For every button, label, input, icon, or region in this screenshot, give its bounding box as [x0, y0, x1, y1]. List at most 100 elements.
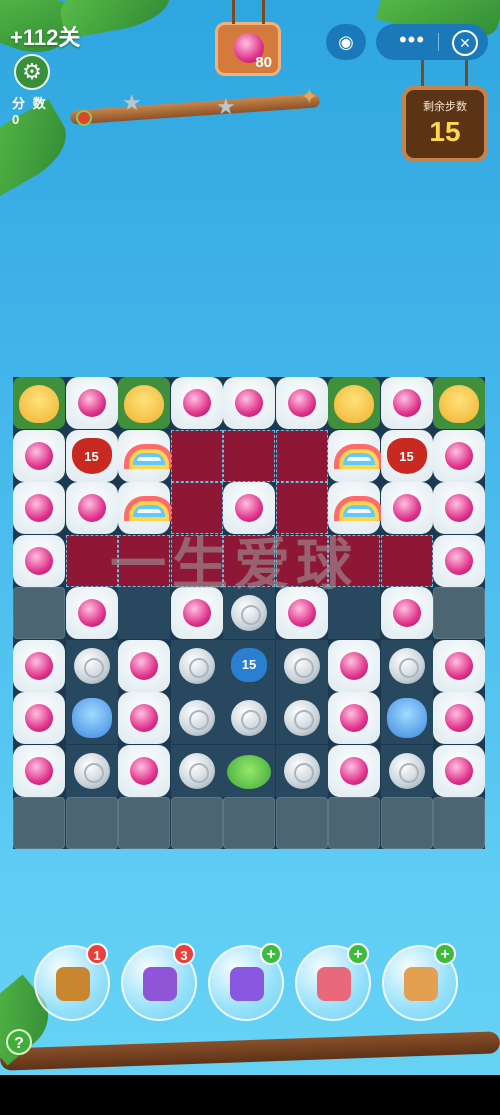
- board-cell-cloud[interactable]: [118, 692, 170, 744]
- booster-rocket[interactable]: +: [295, 943, 371, 1021]
- progress-branch: [69, 93, 321, 125]
- rocket-icon: [317, 967, 351, 1001]
- booster-shuffle-board[interactable]: 1: [34, 943, 110, 1021]
- board-cell-cloud[interactable]: [65, 377, 118, 429]
- board-cell-cloud[interactable]: [380, 482, 433, 534]
- board-cell-empty[interactable]: [170, 639, 223, 692]
- board-cell-stone[interactable]: [118, 797, 170, 849]
- pink-orb-icon: [25, 546, 53, 575]
- board-cell-jelly[interactable]: [223, 429, 275, 482]
- board-cell-cloud[interactable]: [328, 639, 380, 692]
- board-cell-cloud[interactable]: [433, 639, 485, 692]
- board-cell-cloud[interactable]: [433, 744, 485, 797]
- board-cell-stone[interactable]: [380, 797, 433, 849]
- board-cell-cloud[interactable]: [433, 534, 485, 587]
- board-cell-empty[interactable]: [65, 744, 118, 797]
- board-cell-empty[interactable]: [223, 744, 275, 797]
- help-button[interactable]: ?: [6, 1029, 32, 1055]
- board-cell-cloud[interactable]: [328, 692, 380, 744]
- gamepad-icon[interactable]: ◉: [326, 24, 366, 60]
- booster-hammer[interactable]: +: [382, 943, 458, 1021]
- board-cell-jelly[interactable]: [170, 429, 223, 482]
- chick-icon: [334, 385, 374, 423]
- board-cell-empty[interactable]: [170, 692, 223, 744]
- board-cell-empty[interactable]: [65, 692, 118, 744]
- board-cell-empty[interactable]: [223, 692, 275, 744]
- board-cell-cloud[interactable]: [13, 639, 65, 692]
- pink-orb-icon: [235, 494, 263, 522]
- moves-panel: 剩余步数 15: [402, 86, 488, 162]
- board-cell-empty[interactable]: [380, 639, 433, 692]
- level-indicator: +112关: [10, 25, 81, 50]
- board-cell-stone[interactable]: [170, 797, 223, 849]
- board-cell-cloud[interactable]: [13, 534, 65, 587]
- pink-orb-icon: [77, 599, 106, 627]
- board-cell-cloud[interactable]: [13, 692, 65, 744]
- blue-creature-icon: [71, 698, 112, 738]
- pink-orb-icon: [287, 599, 316, 627]
- game-board: 15 15 15: [13, 377, 485, 849]
- chick-icon: [439, 385, 479, 423]
- board-cell-cloud[interactable]: [380, 587, 433, 639]
- pink-orb-icon: [287, 389, 316, 417]
- star-icon: ★: [216, 94, 236, 119]
- board-cell-grass[interactable]: [13, 377, 65, 429]
- board-cell-cloud[interactable]: [380, 377, 433, 429]
- board-cell-cloud[interactable]: [118, 639, 170, 692]
- board-cell-cloud[interactable]: 15: [65, 429, 118, 482]
- board-cell-empty[interactable]: [380, 692, 433, 744]
- pink-orb-icon: [392, 494, 421, 522]
- board-cell-jelly[interactable]: [380, 534, 433, 587]
- board-cell-cloud[interactable]: [433, 692, 485, 744]
- board-cell-stone[interactable]: [223, 797, 275, 849]
- board-cell-stone[interactable]: [433, 797, 485, 849]
- close-button[interactable]: ✕: [452, 30, 478, 56]
- board-cell-cloud[interactable]: [170, 377, 223, 429]
- board-cell-cloud[interactable]: [13, 429, 65, 482]
- board-cell-cloud[interactable]: [433, 429, 485, 482]
- mini-program-menu: ••• ✕: [376, 24, 488, 60]
- board-cell-cloud[interactable]: [433, 482, 485, 534]
- shuffle-board-icon: [56, 967, 90, 1001]
- board-cell-grass[interactable]: [433, 377, 485, 429]
- board-cell-stone[interactable]: [13, 587, 65, 639]
- moves-label: 剩余步数: [423, 101, 467, 113]
- silver-coin-icon: [283, 647, 320, 684]
- board-cell-cloud[interactable]: 15: [380, 429, 433, 482]
- board-cell-empty[interactable]: 15: [223, 639, 275, 692]
- silver-coin-icon: [388, 647, 425, 684]
- silver-coin-icon: [231, 700, 267, 736]
- board-cell-cloud[interactable]: [328, 744, 380, 797]
- silver-coin-icon: [178, 752, 215, 789]
- more-button[interactable]: •••: [388, 24, 436, 60]
- rope: [232, 0, 235, 24]
- board-cell-empty[interactable]: [65, 639, 118, 692]
- board-cell-grass[interactable]: [328, 377, 380, 429]
- board-cell-jelly[interactable]: [275, 429, 328, 482]
- pink-orb-icon: [130, 651, 158, 680]
- board-cell-cloud[interactable]: [118, 744, 170, 797]
- board-cell-cloud[interactable]: [118, 429, 174, 482]
- gear-icon[interactable]: ⚙: [14, 54, 50, 90]
- board-cell-empty[interactable]: [275, 692, 328, 744]
- board-cell-cloud[interactable]: [223, 377, 275, 429]
- booster-swap-creatures[interactable]: 3: [121, 943, 197, 1021]
- booster-rocket-fish[interactable]: +: [208, 943, 284, 1021]
- board-cell-stone[interactable]: [275, 797, 328, 849]
- board-cell-stone[interactable]: [65, 797, 118, 849]
- board-cell-empty[interactable]: [275, 639, 328, 692]
- board-cell-grass[interactable]: [118, 377, 170, 429]
- board-cell-cloud[interactable]: [13, 482, 65, 534]
- board-cell-empty[interactable]: [275, 744, 328, 797]
- board-cell-stone[interactable]: [13, 797, 65, 849]
- board-cell-cloud[interactable]: [275, 377, 328, 429]
- board-cell-cloud[interactable]: [328, 429, 384, 482]
- board-cell-empty[interactable]: [170, 744, 223, 797]
- board-cell-cloud[interactable]: [13, 744, 65, 797]
- pink-orb-icon: [445, 546, 473, 575]
- moves-value: 15: [429, 116, 461, 147]
- board-cell-stone[interactable]: [433, 587, 485, 639]
- board-cell-stone[interactable]: [328, 797, 380, 849]
- board-cell-empty[interactable]: [380, 744, 433, 797]
- rainbow-icon: [124, 496, 174, 521]
